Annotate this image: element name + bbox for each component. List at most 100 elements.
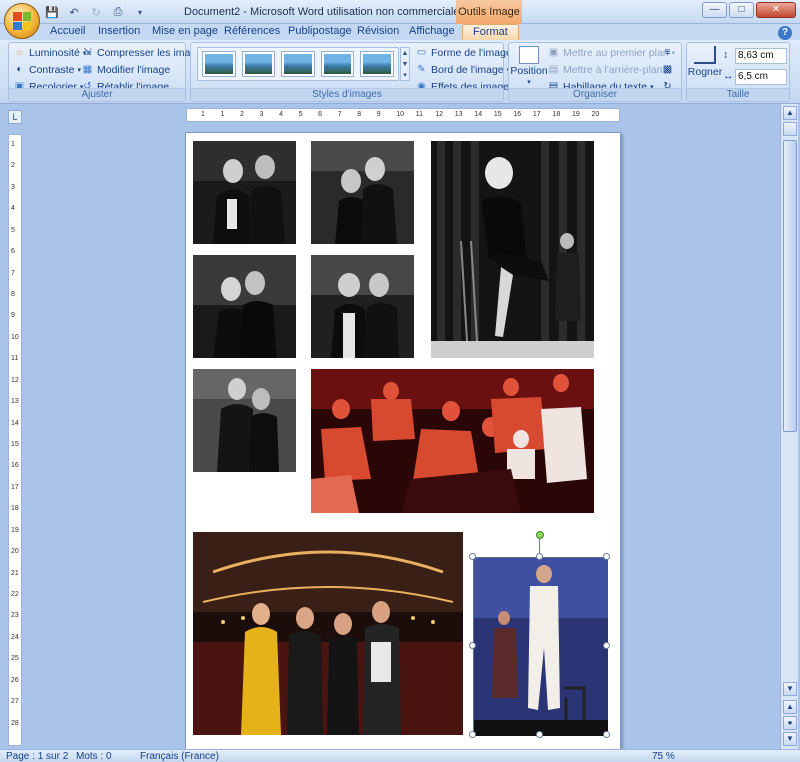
tab-accueil[interactable]: Accueil bbox=[50, 24, 85, 40]
ruler-v-number: 2 bbox=[11, 162, 15, 170]
tab-references[interactable]: Références bbox=[224, 24, 280, 40]
resize-handle-sw[interactable] bbox=[469, 731, 476, 738]
crop-icon bbox=[694, 46, 716, 64]
resize-handle-n[interactable] bbox=[536, 553, 543, 560]
customize-qat-icon[interactable]: ▾ bbox=[132, 4, 148, 20]
photo-color-dancers-red[interactable] bbox=[311, 369, 594, 513]
title-bar: 💾 ↶ ↻ ⎙ ▾ Document2 - Microsoft Word uti… bbox=[0, 0, 800, 24]
print-preview-icon[interactable]: ⎙ bbox=[110, 4, 126, 20]
scroll-down-arrow-icon[interactable]: ▼ bbox=[783, 682, 797, 696]
tab-affichage[interactable]: Affichage bbox=[409, 24, 455, 40]
resize-handle-w[interactable] bbox=[469, 642, 476, 649]
group-icon: ▩ bbox=[662, 64, 673, 75]
minimize-button[interactable]: — bbox=[702, 2, 727, 18]
resize-handle-s[interactable] bbox=[536, 731, 543, 738]
style-thumb-3[interactable] bbox=[281, 51, 315, 77]
window-controls: — □ ✕ bbox=[702, 2, 796, 18]
ruler-v-number: 17 bbox=[11, 483, 19, 491]
maximize-button[interactable]: □ bbox=[729, 2, 754, 18]
save-icon[interactable]: 💾 bbox=[44, 4, 60, 20]
ruler-v-number: 8 bbox=[11, 291, 15, 298]
vertical-scrollbar[interactable]: ▲ ▼ ▲ ● ▼ bbox=[780, 104, 798, 749]
height-field[interactable]: 8,63 cm bbox=[735, 48, 787, 64]
compress-icon: ⇲ bbox=[83, 47, 92, 58]
resize-handle-e[interactable] bbox=[603, 642, 610, 649]
ruler-h-number: 9 bbox=[376, 111, 381, 118]
compresser-button[interactable]: ⇲ Compresser les images bbox=[81, 46, 207, 59]
horizontal-ruler[interactable]: 1 1 2 3 4 5 6 7 8 9 10 11 12 13 14 15 16 17 18 19 20 bbox=[186, 108, 620, 122]
ruler-h-number: 17 bbox=[532, 111, 541, 118]
photo-color-theatre-group[interactable] bbox=[193, 532, 463, 735]
language-indicator[interactable]: Français (France) bbox=[140, 751, 219, 762]
ruler-v-number: 1 bbox=[11, 141, 15, 148]
vertical-ruler[interactable]: 1 2 3 4 5 6 7 8 9 10 11 12 13 14 15 16 17 18 19 20 21 22 23 24 2… bbox=[8, 134, 22, 746]
zoom-level[interactable]: 75 % bbox=[652, 751, 675, 762]
scroll-up-arrow-icon[interactable]: ▲ bbox=[783, 106, 797, 120]
gallery-scroll[interactable]: ▲ ▼ ▾ bbox=[400, 47, 410, 81]
height-icon: ↕ bbox=[723, 49, 729, 61]
style-thumb-2[interactable] bbox=[241, 51, 276, 77]
undo-icon[interactable]: ↶ bbox=[66, 4, 82, 20]
forme-image-button[interactable]: ▭ Forme de l'image ▾ bbox=[415, 46, 519, 59]
contraste-button[interactable]: ◐ Contraste ▾ bbox=[13, 63, 81, 76]
ruler-v-number: 20 bbox=[11, 548, 19, 556]
ruler-v-number: 23 bbox=[11, 612, 19, 620]
bord-label: Bord de l'image bbox=[431, 63, 504, 76]
scroll-thumb[interactable] bbox=[783, 140, 797, 432]
tab-format[interactable]: Format bbox=[462, 24, 519, 40]
align-button[interactable]: ≡ bbox=[661, 46, 674, 59]
bord-image-button[interactable]: ✎ Bord de l'image ▾ bbox=[415, 63, 510, 76]
luminosite-button[interactable]: ☼ Luminosité ▾ bbox=[13, 46, 86, 59]
ruler-v-number: 11 bbox=[11, 355, 19, 363]
modifier-image-button[interactable]: ▦ Modifier l'image bbox=[81, 63, 170, 76]
resize-handle-ne[interactable] bbox=[603, 553, 610, 560]
tab-mise-en-page[interactable]: Mise en page bbox=[152, 24, 218, 40]
picture-styles-gallery[interactable] bbox=[197, 47, 399, 81]
tab-revision[interactable]: Révision bbox=[357, 24, 399, 40]
shape-icon: ▭ bbox=[416, 47, 427, 58]
rotation-handle[interactable] bbox=[536, 531, 544, 539]
browse-object-icon[interactable]: ● bbox=[783, 716, 797, 730]
office-button[interactable] bbox=[4, 3, 40, 39]
page-count[interactable]: Page : 1 sur 2 bbox=[6, 751, 68, 762]
resize-handle-se[interactable] bbox=[603, 731, 610, 738]
ruler-v-number: 9 bbox=[11, 312, 15, 320]
close-button[interactable]: ✕ bbox=[756, 2, 796, 18]
split-box-icon[interactable] bbox=[783, 122, 797, 136]
dropdown-arrow-icon: ▾ bbox=[527, 79, 531, 86]
rogner-label: Rogner bbox=[687, 66, 723, 78]
ruler-h-number: 6 bbox=[318, 111, 323, 118]
position-button[interactable]: Position ▾ bbox=[510, 46, 548, 86]
resize-handle-nw[interactable] bbox=[469, 553, 476, 560]
ruler-h-number: 11 bbox=[415, 111, 424, 118]
photo-bw-stage-woman-chair[interactable] bbox=[431, 141, 594, 358]
ruler-v-number: 21 bbox=[11, 569, 19, 577]
tab-selector[interactable]: L bbox=[8, 110, 22, 124]
tab-publipostage[interactable]: Publipostage bbox=[288, 24, 352, 40]
ruler-v-number: 13 bbox=[11, 398, 19, 406]
word-count[interactable]: Mots : 0 bbox=[76, 751, 112, 762]
style-thumb-4[interactable] bbox=[320, 51, 355, 77]
photo-bw-couple-1[interactable] bbox=[193, 141, 296, 244]
next-page-icon[interactable]: ▼ bbox=[783, 732, 797, 746]
ruler-v-number: 14 bbox=[11, 419, 19, 427]
style-thumb-5[interactable] bbox=[360, 51, 394, 77]
ruler-h-number: 18 bbox=[552, 111, 561, 118]
rogner-button[interactable]: Rogner bbox=[687, 46, 723, 78]
photo-bw-couple-3[interactable] bbox=[193, 255, 296, 358]
document-page[interactable] bbox=[185, 132, 621, 750]
tab-insertion[interactable]: Insertion bbox=[98, 24, 140, 40]
width-field[interactable]: 6,5 cm bbox=[735, 69, 787, 85]
redo-icon[interactable]: ↻ bbox=[88, 4, 104, 20]
style-thumb-1[interactable] bbox=[202, 51, 236, 77]
photo-bw-couple-2[interactable] bbox=[311, 141, 414, 244]
photo-bw-couple-4[interactable] bbox=[311, 255, 414, 358]
photo-bw-couple-5[interactable] bbox=[193, 369, 296, 472]
ribbon: ☼ Luminosité ▾ ◐ Contraste ▾ ▣ Recolorie… bbox=[0, 40, 800, 104]
group-button[interactable]: ▩ bbox=[661, 63, 674, 76]
premier-plan-button[interactable]: ▣ Mettre au premier plan ▾ bbox=[547, 46, 675, 59]
previous-page-icon[interactable]: ▲ bbox=[783, 700, 797, 714]
arriere-plan-button[interactable]: ▤ Mettre à l'arrière-plan ▾ bbox=[547, 63, 669, 76]
help-icon[interactable]: ? bbox=[778, 26, 792, 40]
photo-color-singer-white-suit-selected[interactable] bbox=[473, 557, 608, 736]
